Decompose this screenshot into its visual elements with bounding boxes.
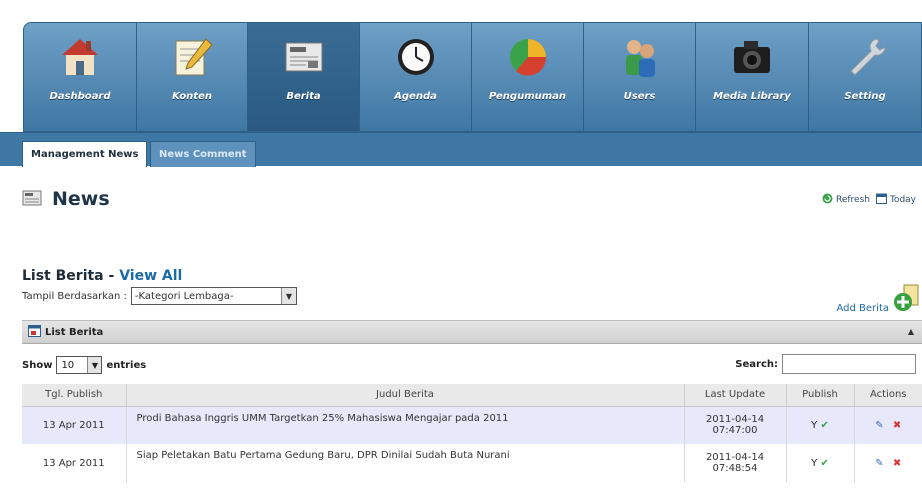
column-header[interactable]: Judul Berita [126,384,685,407]
last-update-date: 2011-04-14 [705,452,765,463]
last-update-date: 2011-04-14 [705,414,765,426]
check-icon: ✔ [820,419,829,431]
news-title[interactable]: Siap Peletakan Batu Pertama Gedung Baru,… [126,444,685,482]
list-icon [28,324,41,340]
column-header[interactable]: Last Update [684,384,787,407]
nav-item-agenda[interactable]: Agenda [360,23,472,131]
tab-management-news[interactable]: Management News [22,141,148,167]
last-update: 2011-04-14 07:48:54 [684,444,787,482]
entries-select[interactable]: 10 ▼ [56,356,103,374]
nav-item-konten[interactable]: Konten [137,23,248,131]
nav-item-media-library[interactable]: Media Library [696,23,809,131]
publish-date: 13 Apr 2011 [22,406,127,444]
refresh-icon [822,193,833,207]
nav-label: Media Library [713,91,791,102]
nav-label: Setting [844,91,886,102]
table-controls: Show 10 ▼ entries Search: [22,354,922,376]
nav-item-berita[interactable]: Berita [248,23,360,131]
news-table: Tgl. Publish Judul Berita Last Update Pu… [22,384,922,482]
search-box: Search: [735,354,916,374]
top-navigation: Dashboard Konten Berita Agenda Pengumuma… [0,0,922,132]
page-title: News [52,188,110,210]
delete-icon[interactable]: ✖ [893,420,901,431]
clock-icon [392,33,440,81]
news-title[interactable]: Prodi Bahasa Inggris UMM Targetkan 25% M… [126,406,685,444]
column-header[interactable]: Tgl. Publish [22,384,127,407]
column-header[interactable]: Actions [854,384,922,407]
row-actions: ✎ ✖ [854,444,922,482]
nav-item-users[interactable]: Users [584,23,696,131]
nav-item-setting[interactable]: Setting [809,23,921,131]
tab-news-comment[interactable]: News Comment [150,141,256,167]
notepad-pencil-icon [168,33,216,81]
main-menu-bar: Dashboard Konten Berita Agenda Pengumuma… [23,22,922,132]
last-update-time: 07:47:00 [712,425,758,437]
publish-value: Y [811,457,818,469]
table-row: 13 Apr 2011 Prodi Bahasa Inggris UMM Tar… [22,406,922,444]
column-header[interactable]: Publish [786,384,855,407]
entries-label: entries [106,359,147,371]
collapse-icon[interactable]: ▲ [908,327,914,336]
search-label: Search: [735,358,778,370]
search-input[interactable] [782,354,916,374]
nav-label: Agenda [394,91,437,102]
table-row: 13 Apr 2011 Siap Peletakan Batu Pertama … [22,444,922,482]
delete-icon[interactable]: ✖ [893,458,901,469]
nav-item-pengumuman[interactable]: Pengumuman [472,23,584,131]
page-heading: News [22,188,110,210]
house-icon [56,33,104,81]
add-document-icon [892,283,922,316]
pie-chart-icon [504,33,552,81]
table-header-row: Tgl. Publish Judul Berita Last Update Pu… [22,384,922,407]
entries-select-value: 10 [61,359,75,371]
panel-title: List Berita [45,326,104,338]
list-heading-text: List Berita - [22,268,120,284]
publish-value: Y [811,419,818,431]
calendar-icon [875,193,887,207]
nav-item-dashboard[interactable]: Dashboard [24,23,137,131]
nav-label: Pengumuman [488,91,567,102]
newspaper-icon [22,189,42,210]
show-label: Show [22,359,53,371]
wrench-icon [841,33,889,81]
add-berita-label: Add Berita [836,303,890,314]
today-link[interactable]: Today [890,195,916,205]
publish-status: Y ✔ [786,406,855,444]
filter-label: Tampil Berdasarkan : [22,290,127,302]
row-actions: ✎ ✖ [854,406,922,444]
refresh-link[interactable]: Refresh [836,195,870,205]
category-select-value: -Kategori Lembaga- [134,290,234,302]
users-icon [616,33,664,81]
nav-label: Users [623,91,656,102]
camera-icon [728,33,776,81]
edit-icon[interactable]: ✎ [875,420,883,431]
edit-icon[interactable]: ✎ [875,458,883,469]
publish-status: Y ✔ [786,444,855,482]
category-select[interactable]: -Kategori Lembaga- ▼ [130,287,297,305]
nav-label: Berita [286,91,321,102]
last-update: 2011-04-14 07:47:00 [684,406,787,444]
sub-tab-bar: Management News News Comment [0,132,922,167]
list-heading: List Berita - View All [22,268,182,284]
filter-row: Tampil Berdasarkan : -Kategori Lembaga- … [22,287,297,305]
add-berita-button[interactable]: Add Berita [837,283,922,316]
stray-letter: K [0,108,6,118]
list-panel-header: List Berita ▲ [22,320,922,344]
nav-label: Konten [172,91,212,102]
chevron-down-icon: ▼ [280,288,296,304]
chevron-down-icon: ▼ [87,357,102,373]
view-all-link[interactable]: View All [119,268,182,284]
newspaper-icon [280,33,328,81]
publish-date: 13 Apr 2011 [22,444,127,482]
check-icon: ✔ [820,457,829,469]
nav-label: Dashboard [49,91,111,102]
last-update-time: 07:48:54 [712,463,758,474]
top-links: Refresh Today [822,193,922,207]
